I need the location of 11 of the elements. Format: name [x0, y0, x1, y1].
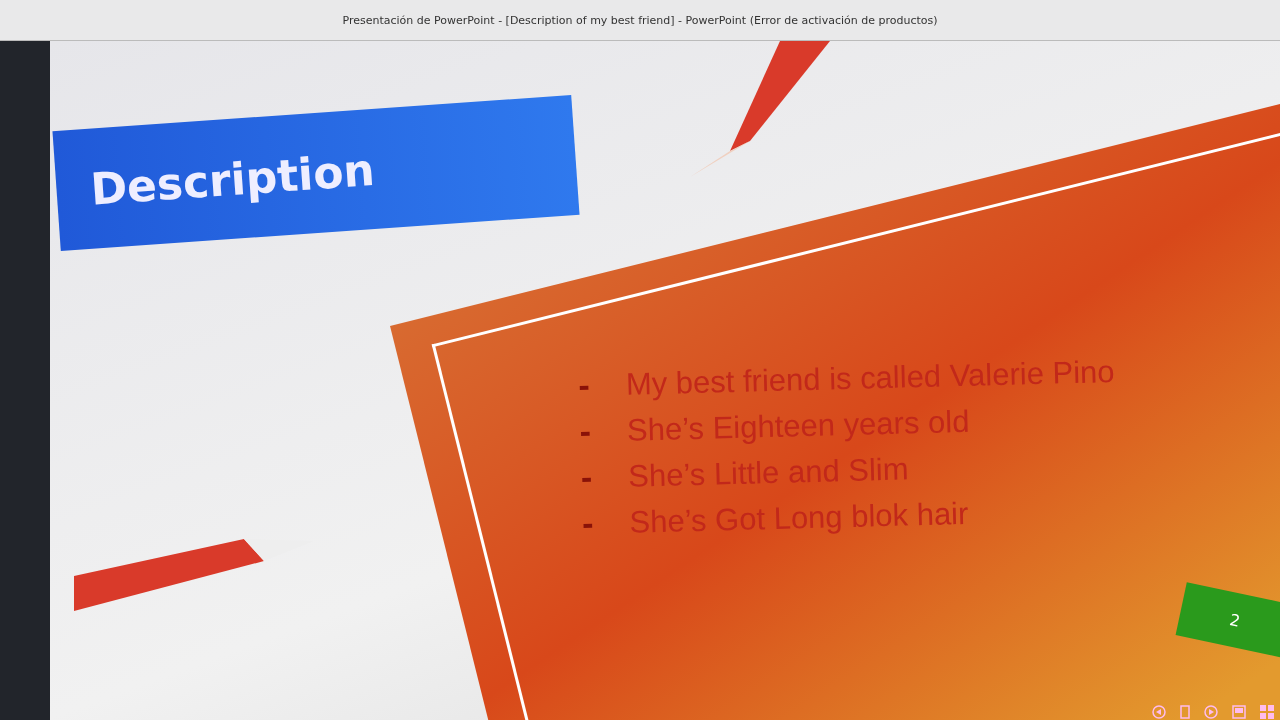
window-title: Presentación de PowerPoint - [Description of my best friend] - PowerPoint (Error de activación de productos) — [342, 13, 938, 27]
bullet-marker: - — [581, 507, 594, 541]
bullet-marker: - — [580, 461, 593, 495]
bullet-marker: - — [579, 415, 592, 449]
previous-icon[interactable] — [1152, 705, 1166, 719]
grid-icon[interactable] — [1260, 705, 1274, 719]
reading-view-icon[interactable] — [1180, 705, 1190, 719]
slide-title: Description — [88, 143, 377, 215]
bullet-marker: - — [577, 369, 591, 404]
slide-view-icon[interactable] — [1232, 705, 1246, 719]
next-icon[interactable] — [1204, 705, 1218, 719]
